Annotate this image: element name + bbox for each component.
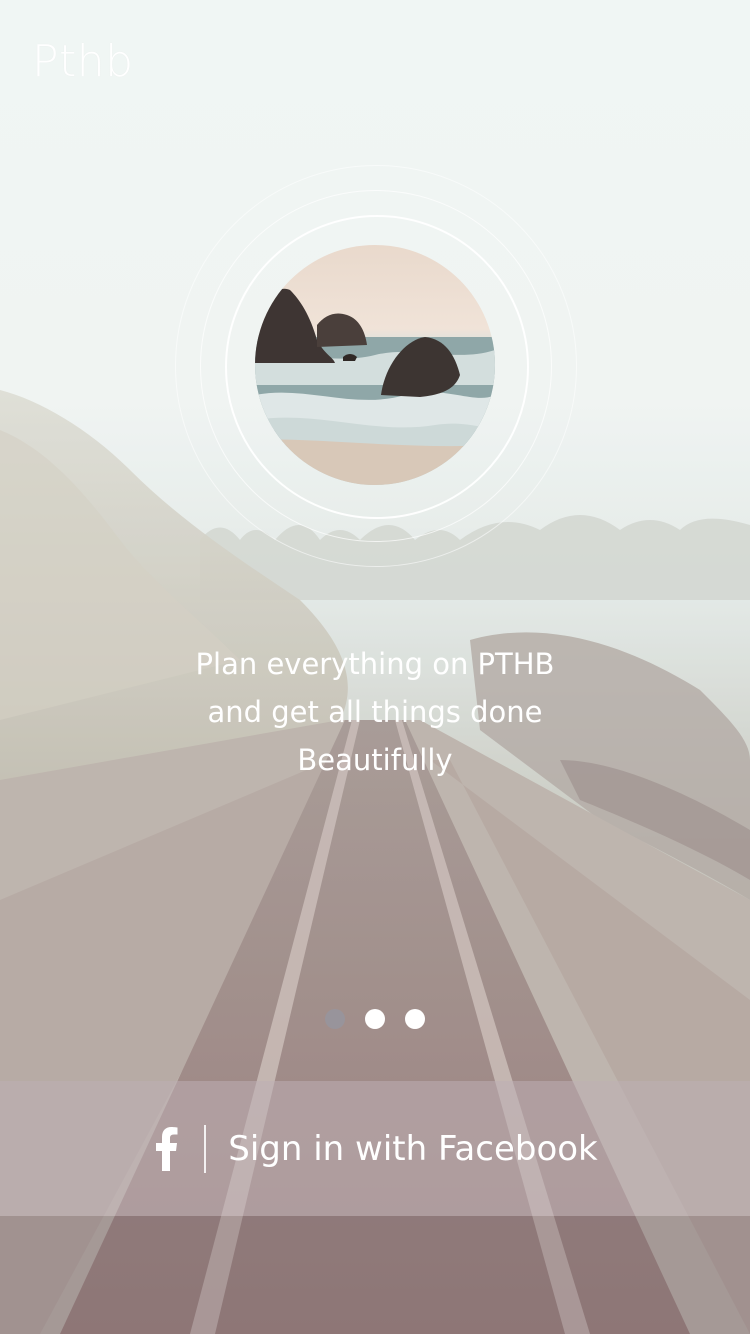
facebook-signin-button[interactable]: Sign in with Facebook bbox=[0, 1081, 750, 1216]
page-dot-2[interactable] bbox=[365, 1009, 385, 1029]
hero-tagline: Plan everything on PTHB and get all thin… bbox=[0, 640, 750, 784]
page-dot-1[interactable] bbox=[325, 1009, 345, 1029]
bottom-overlay bbox=[0, 1216, 750, 1334]
page-dot-3[interactable] bbox=[405, 1009, 425, 1029]
facebook-icon bbox=[152, 1125, 182, 1173]
tagline-line-3: Beautifully bbox=[297, 743, 453, 777]
tagline-line-2: and get all things done bbox=[207, 695, 543, 729]
hero-circle-photo bbox=[255, 245, 495, 485]
signin-label: Sign in with Facebook bbox=[228, 1128, 598, 1169]
onboarding-screen: Pthb Plan everything on PTHB and get all… bbox=[0, 0, 750, 1334]
tagline-line-1: Plan everything on PTHB bbox=[195, 647, 555, 681]
page-indicator bbox=[0, 1009, 750, 1029]
signin-divider bbox=[204, 1124, 207, 1173]
app-logo-title: Pthb bbox=[32, 36, 134, 87]
